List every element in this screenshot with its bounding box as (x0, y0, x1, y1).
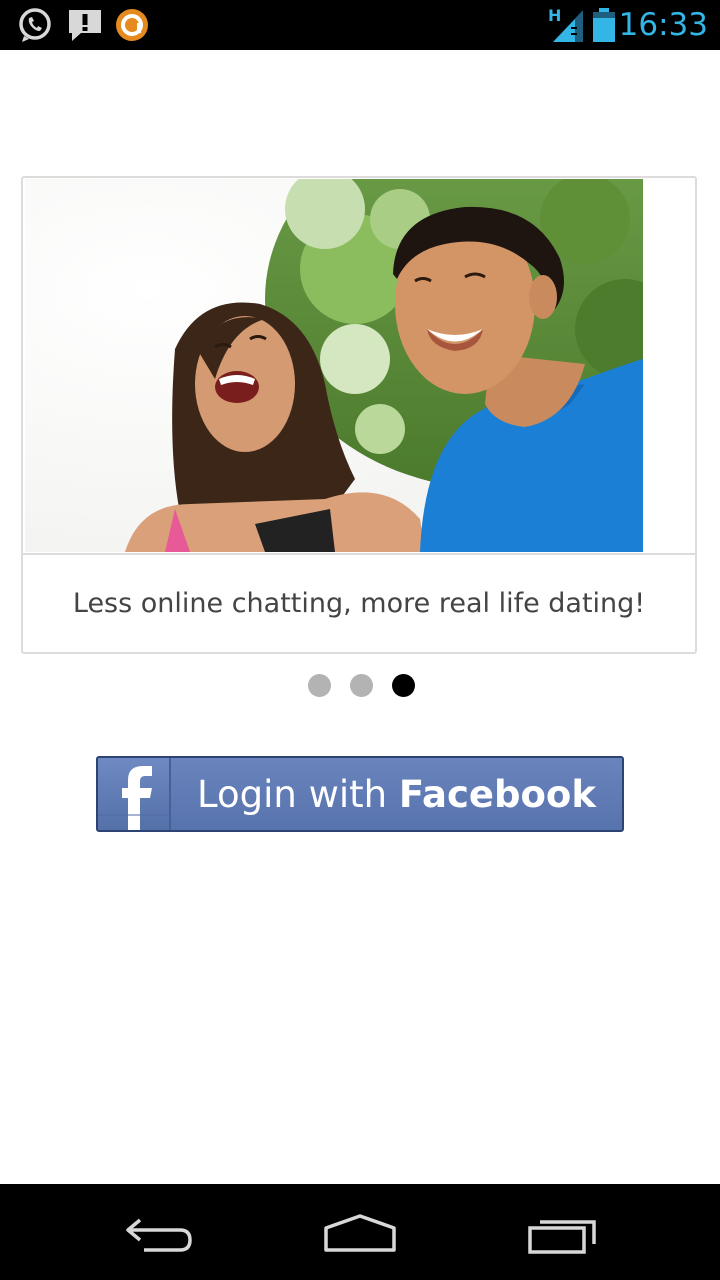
signal-icon (553, 8, 585, 46)
pager-dot-2[interactable] (350, 674, 373, 697)
facebook-login-label: Login with Facebook (171, 758, 622, 830)
pager-dot-3-active[interactable] (392, 674, 415, 697)
recent-apps-icon[interactable] (526, 1214, 600, 1260)
carousel-card[interactable]: Less online chatting, more real life dat… (21, 176, 697, 654)
battery-icon (592, 8, 616, 46)
navigation-bar (0, 1184, 720, 1280)
couple-photo (25, 179, 643, 552)
notification-alert-icon (67, 7, 103, 47)
home-icon[interactable] (322, 1212, 398, 1260)
login-label-brand: Facebook (398, 772, 596, 816)
pager-dot-1[interactable] (308, 674, 331, 697)
facebook-logo-icon (98, 758, 171, 830)
carousel-caption: Less online chatting, more real life dat… (72, 588, 646, 619)
whatsapp-icon (17, 7, 53, 47)
login-with-facebook-button[interactable]: Login with Facebook (96, 756, 624, 832)
login-label-prefix: Login with (197, 772, 388, 816)
back-icon[interactable] (122, 1214, 196, 1258)
status-bar: H 16:33 (0, 0, 720, 50)
app-notification-icon (114, 7, 150, 47)
clock: 16:33 (618, 7, 708, 43)
